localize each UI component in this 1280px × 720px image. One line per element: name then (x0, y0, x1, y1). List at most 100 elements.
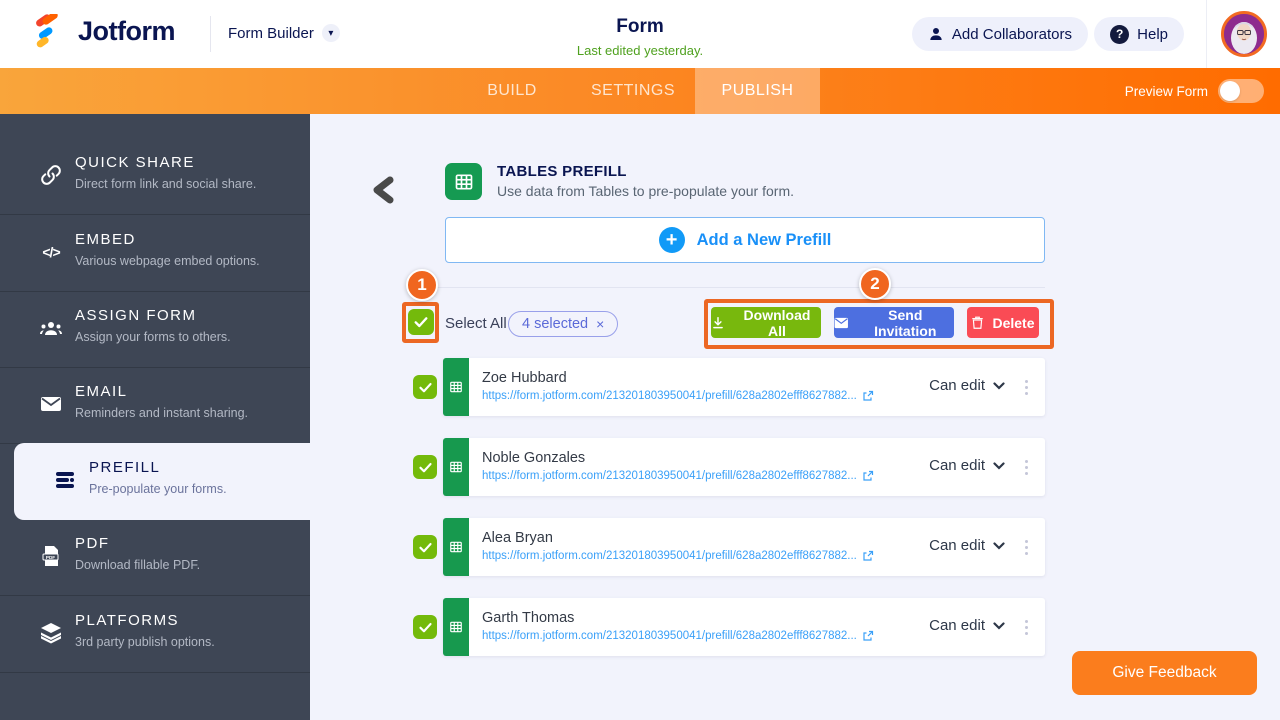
prefill-url-text: https://form.jotform.com/213201803950041… (482, 630, 857, 642)
people-icon (38, 315, 64, 341)
prefill-url-link[interactable]: https://form.jotform.com/213201803950041… (482, 630, 874, 642)
select-all-checkbox[interactable] (408, 309, 434, 335)
add-new-prefill-button[interactable]: + Add a New Prefill (445, 217, 1045, 263)
link-icon (38, 162, 64, 188)
selected-count-badge[interactable]: 4 selected × (508, 311, 619, 337)
add-collaborators-label: Add Collaborators (951, 25, 1072, 43)
jotform-logo-icon (36, 14, 58, 48)
form-title-block: Form Last edited yesterday. (0, 16, 1280, 58)
give-feedback-button[interactable]: Give Feedback (1072, 651, 1257, 695)
prefill-url-link[interactable]: https://form.jotform.com/213201803950041… (482, 550, 874, 562)
tab-build[interactable]: BUILD (453, 68, 571, 114)
add-collaborators-button[interactable]: Add Collaborators (911, 17, 1088, 51)
sidebar-item-label: EMAIL (75, 383, 128, 400)
download-all-label: Download All (743, 306, 811, 339)
help-label: Help (1137, 25, 1168, 43)
tables-icon (445, 163, 482, 200)
permission-dropdown[interactable]: Can edit (929, 457, 1005, 474)
table-row-icon (443, 438, 469, 496)
tab-settings[interactable]: SETTINGS (571, 68, 695, 114)
send-invitation-button[interactable]: Send Invitation (834, 306, 954, 339)
permission-dropdown[interactable]: Can edit (929, 377, 1005, 394)
builder-nav-bar: BUILD SETTINGS PUBLISH Preview Form (0, 68, 1280, 114)
prefill-row: Zoe Hubbard https://form.jotform.com/213… (443, 358, 1045, 416)
chevron-down-icon (993, 461, 1005, 470)
selected-count-text: 4 selected (522, 316, 589, 332)
prefill-row: Noble Gonzales https://form.jotform.com/… (443, 438, 1045, 496)
delete-button[interactable]: Delete (967, 307, 1039, 338)
sidebar-item-label: ASSIGN FORM (75, 307, 197, 324)
permission-label: Can edit (929, 617, 985, 634)
back-button[interactable] (370, 176, 396, 204)
sidebar-item-embed[interactable]: </> EMBED Various webpage embed options. (0, 215, 310, 292)
check-icon (418, 622, 432, 632)
row-menu-button[interactable] (1021, 615, 1031, 639)
clear-selection-icon[interactable]: × (596, 316, 604, 332)
row-checkbox[interactable] (413, 615, 437, 639)
sidebar-item-email[interactable]: EMAIL Reminders and instant sharing. (0, 367, 310, 444)
row-menu-button[interactable] (1021, 455, 1031, 479)
jotform-logo[interactable]: Jotform (32, 14, 176, 48)
check-icon (418, 382, 432, 392)
prefill-url-link[interactable]: https://form.jotform.com/213201803950041… (482, 390, 874, 402)
plus-icon: + (658, 227, 685, 253)
permission-dropdown[interactable]: Can edit (929, 617, 1005, 634)
prefill-url-link[interactable]: https://form.jotform.com/213201803950041… (482, 470, 874, 482)
row-checkbox[interactable] (413, 535, 437, 559)
nav-tabs: BUILD SETTINGS PUBLISH (453, 68, 820, 114)
layers-icon (38, 620, 64, 646)
select-all-label: Select All (445, 315, 507, 332)
toggle-knob (1220, 81, 1240, 101)
jotform-publish-page: Jotform Form Builder ▾ Form Last edited … (0, 0, 1280, 720)
last-edited-status: Last edited yesterday. (576, 43, 704, 58)
external-link-icon (863, 630, 873, 641)
sidebar-item-assign-form[interactable]: ASSIGN FORM Assign your forms to others. (0, 291, 310, 368)
row-menu-button[interactable] (1021, 375, 1031, 399)
sidebar-item-platforms[interactable]: PLATFORMS 3rd party publish options. (0, 596, 310, 673)
prefill-name: Alea Bryan (482, 530, 553, 546)
section-title: TABLES PREFILL (497, 163, 627, 180)
add-new-prefill-label: Add a New Prefill (696, 230, 832, 249)
chevron-down-icon (993, 541, 1005, 550)
tab-publish[interactable]: PUBLISH (695, 68, 820, 114)
page-title: Form (616, 16, 664, 37)
prefill-row: Alea Bryan https://form.jotform.com/2132… (443, 518, 1045, 576)
sidebar-item-pdf[interactable]: PDF PDF Download fillable PDF. (0, 519, 310, 596)
sidebar-item-prefill[interactable]: PREFILL Pre-populate your forms. (14, 443, 310, 520)
prefill-row: Garth Thomas https://form.jotform.com/21… (443, 598, 1045, 656)
publish-sidebar: QUICK SHARE Direct form link and social … (0, 114, 310, 720)
preview-form-toggle[interactable] (1218, 79, 1264, 103)
table-row-icon (443, 598, 469, 656)
download-all-button[interactable]: Download All (711, 306, 821, 339)
question-icon: ? (1110, 24, 1130, 44)
person-icon (930, 28, 942, 40)
user-avatar[interactable] (1220, 11, 1267, 57)
logo-wordmark: Jotform (78, 15, 176, 46)
code-icon: </> (42, 244, 60, 260)
check-icon (418, 462, 432, 472)
table-row-icon (443, 358, 469, 416)
prefill-icon (52, 467, 78, 493)
permission-dropdown[interactable]: Can edit (929, 537, 1005, 554)
row-checkbox[interactable] (413, 455, 437, 479)
section-description: Use data from Tables to pre-populate you… (497, 183, 795, 199)
product-switcher[interactable]: Form Builder ▾ (228, 24, 340, 42)
row-menu-button[interactable] (1021, 535, 1031, 559)
sidebar-item-quick-share[interactable]: QUICK SHARE Direct form link and social … (0, 138, 310, 215)
external-link-icon (863, 470, 873, 481)
sidebar-item-desc: Pre-populate your forms. (89, 482, 227, 496)
sidebar-item-label: PREFILL (89, 459, 161, 476)
download-icon (713, 316, 723, 328)
header-divider (210, 16, 211, 52)
prefill-name: Noble Gonzales (482, 450, 586, 466)
sidebar-item-desc: Direct form link and social share. (75, 177, 257, 191)
row-checkbox[interactable] (413, 375, 437, 399)
help-button[interactable]: ? Help (1094, 17, 1184, 51)
app-header: Jotform Form Builder ▾ Form Last edited … (0, 0, 1280, 68)
preview-form-label: Preview Form (1124, 83, 1208, 99)
prefill-url-text: https://form.jotform.com/213201803950041… (482, 390, 857, 402)
annotation-badge-1: 1 (406, 269, 438, 301)
prefill-name: Zoe Hubbard (482, 370, 567, 386)
sidebar-item-desc: Download fillable PDF. (75, 558, 201, 572)
send-invitation-label: Send Invitation (874, 306, 937, 339)
